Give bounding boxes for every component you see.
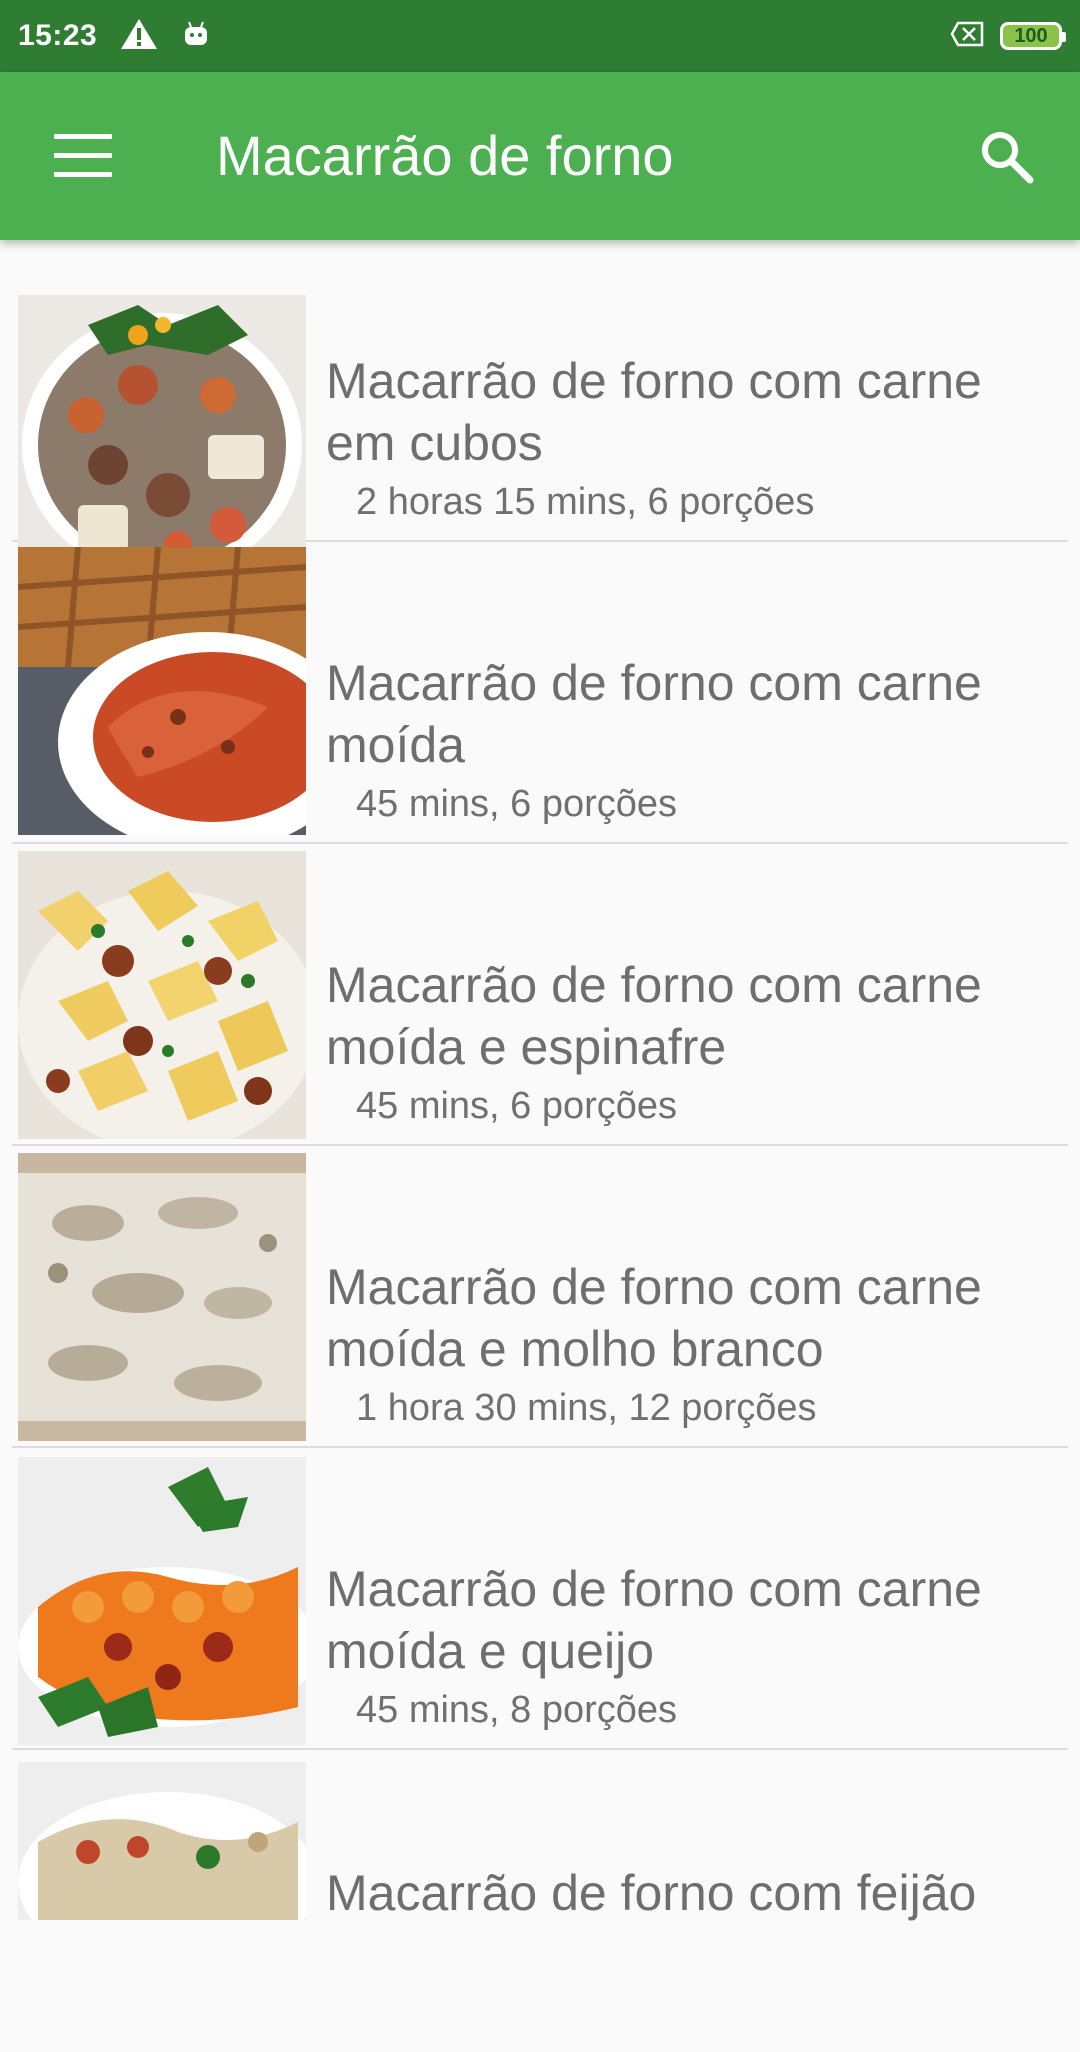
page-title: Macarrão de forno [216, 124, 674, 187]
recipe-title: Macarrão de forno com carne moída e molh… [326, 1256, 1066, 1380]
recipe-title: Macarrão de forno com carne moída [326, 652, 1066, 776]
recipe-image [18, 1153, 306, 1441]
search-icon [982, 132, 1034, 184]
recipe-image [18, 851, 306, 1139]
recipe-meta: 45 mins, 8 porções [356, 1689, 678, 1731]
recipe-title-line: Macarrão de forno com carne [326, 353, 982, 409]
recipe-item[interactable]: Macarrão de forno com carne em cubos 2 h… [12, 240, 1068, 583]
status-bar: 15:23 100 [0, 0, 1080, 72]
recipe-title: Macarrão de forno com carne moída e espi… [326, 954, 1066, 1078]
recipe-title-line: moída e molho branco [326, 1321, 824, 1377]
battery-level: 100 [1014, 24, 1048, 47]
status-time: 15:23 [18, 19, 98, 52]
recipe-title-line: Macarrão de forno com carne [326, 957, 982, 1013]
recipe-title-line: Macarrão de forno com carne [326, 1561, 982, 1617]
recipe-meta: 45 mins, 6 porções [356, 783, 678, 825]
recipe-title: Macarrão de forno com feijão [326, 1862, 1066, 1924]
recipe-item[interactable]: Macarrão de forno com carne moída 45 min… [12, 542, 1068, 844]
recipe-image [18, 1457, 306, 1745]
recipe-item[interactable]: Macarrão de forno com feijão [12, 1750, 1068, 2052]
recipe-title-line: moída [326, 717, 465, 773]
recipe-meta: 2 horas 15 mins, 6 porções [356, 481, 815, 523]
recipe-item[interactable]: Macarrão de forno com carne moída e quei… [12, 1448, 1068, 1750]
recipe-title-line: moída e queijo [326, 1623, 655, 1679]
recipe-title-line: em cubos [326, 415, 543, 471]
recipe-title: Macarrão de forno com carne moída e quei… [326, 1558, 1066, 1682]
recipe-title-line: Macarrão de forno com carne [326, 1259, 982, 1315]
recipe-title-line: moída e espinafre [326, 1019, 727, 1075]
recipe-meta: 1 hora 30 mins, 12 porções [356, 1387, 817, 1429]
android-icon [181, 19, 211, 54]
recipe-image [18, 547, 306, 835]
recipe-title-line: Macarrão de forno com carne [326, 655, 982, 711]
search-button[interactable] [976, 126, 1038, 188]
recipe-item[interactable]: Macarrão de forno com carne moída e molh… [12, 1146, 1068, 1448]
no-sim-icon [950, 21, 984, 52]
warning-icon [119, 17, 159, 56]
recipe-image [18, 1762, 306, 1920]
battery-icon: 100 [1000, 22, 1066, 50]
recipe-item[interactable]: Macarrão de forno com carne moída e espi… [12, 844, 1068, 1146]
recipe-title-line: Macarrão de forno com feijão [326, 1865, 977, 1921]
recipe-meta: 45 mins, 6 porções [356, 1085, 678, 1127]
recipe-title: Macarrão de forno com carne em cubos [326, 350, 1066, 474]
app-bar: Macarrão de forno [0, 72, 1080, 240]
recipe-image [18, 295, 306, 583]
menu-icon[interactable] [54, 134, 112, 178]
